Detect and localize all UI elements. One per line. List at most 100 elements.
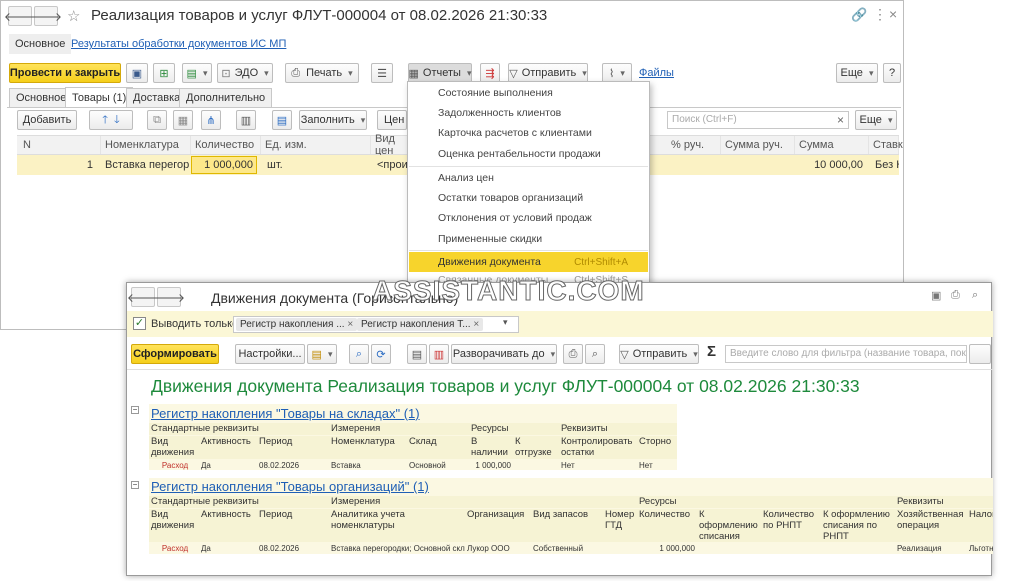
register-chip-2[interactable]: Регистр накопления Т... × [357,318,484,331]
attach-button[interactable]: ⌇ [602,63,632,83]
menu-item-debt[interactable]: Задолженность клиентов [409,103,648,123]
row-qty[interactable]: 1 000,000 [191,156,257,174]
menu-item-status[interactable]: Состояние выполнения [409,83,648,103]
zoom-icon[interactable]: ⌕ [972,289,978,302]
row-sum[interactable]: 10 000,00 [797,156,865,174]
show-only-checkbox[interactable]: ✓ [133,317,146,330]
menu-item-stock[interactable]: Остатки товаров организаций [409,188,648,208]
pick-button[interactable]: ▤ [272,110,292,130]
filter-input[interactable]: Введите слово для фильтра (название това… [725,345,967,363]
table-more-button[interactable]: Еще [855,110,897,130]
tab-main[interactable]: Основное [9,34,72,54]
tab-basic[interactable]: Основное [9,88,74,107]
create-based-button[interactable]: ▤ [182,63,212,83]
copy-icon: ⧉ [153,113,161,126]
col-n[interactable]: N [19,136,101,154]
post-close-button[interactable]: Провести и закрыть [9,63,121,83]
col-qty[interactable]: Количество [191,136,261,154]
more-button[interactable]: Еще [836,63,878,83]
save-button[interactable]: ▣ [126,63,148,83]
copy-button[interactable]: ⧉ [147,110,167,130]
register2-title[interactable]: Регистр накопления "Товары организаций" … [151,479,429,494]
menu-item-discounts[interactable]: Примененные скидки [409,229,648,249]
reg1-row-period: 08.02.2026 21:30:33 [259,461,300,470]
menu-item-shortcut: Ctrl+Shift+A [574,256,628,268]
find-next-button[interactable]: ⟳ [371,344,391,364]
chevron-down-icon[interactable]: ▾ [503,317,508,328]
register1-title[interactable]: Регистр накопления "Товары на складах" (… [151,406,420,421]
col-sum[interactable]: Сумма [795,136,869,154]
chip-close-icon[interactable]: × [347,319,353,330]
row-unit[interactable]: шт. [263,156,323,174]
edo-button[interactable]: ⊡ ЭДО [217,63,273,83]
variants-button[interactable]: ▤ [307,344,337,364]
group-button[interactable]: ▤ [407,344,427,364]
clear-search-icon[interactable]: × [837,113,844,127]
expand-to-button[interactable]: Разворачивать до [451,344,557,364]
row-price-type[interactable]: <произ [373,156,409,174]
menu-item-movements[interactable]: Движения документа Ctrl+Shift+A [409,252,648,272]
collapse-icon[interactable]: − [131,481,139,489]
move-buttons[interactable]: 🡑 🡓 [89,110,133,130]
filter-apply-button[interactable] [969,344,991,364]
settings-button[interactable]: Настройки... [235,344,305,364]
menu-item-prices[interactable]: Анализ цен [409,168,648,188]
more-vert-icon[interactable]: ⋮ [873,6,887,23]
chip-close-icon[interactable]: × [473,319,479,330]
menu-item-profit[interactable]: Оценка рентабельности продажи [409,144,648,164]
reports-button[interactable]: ▦ Отчеты [408,63,472,83]
table-more-label: Еще [859,114,882,126]
reg2-col-stock-kind: Вид запасов [531,509,603,542]
help-button[interactable]: ? [883,63,901,83]
col-sum-manual[interactable]: Сумма руч. [721,136,795,154]
back-button[interactable]: 🡐 [4,6,36,26]
row-vat[interactable]: Без Н [871,156,899,174]
list-icon: ☰ [377,67,387,80]
find-button[interactable]: ⌕ [349,344,369,364]
results-link[interactable]: Результаты обработки документов ИС МП [71,38,286,50]
close-icon[interactable]: × [889,6,897,22]
split-button[interactable]: ⋔ [201,110,221,130]
col-price-type[interactable]: Вид цен [371,133,411,157]
search-input[interactable]: Поиск (Ctrl+F) [667,111,849,129]
fill-button[interactable]: Заполнить [299,110,367,130]
reg1-group-dims: Измерения [329,423,469,435]
reg2-row-active: Да [201,544,211,553]
prices-button[interactable]: Цен [377,110,407,130]
add-button[interactable]: Добавить [17,110,77,130]
report-send-button[interactable]: ▽ Отправить [619,344,699,364]
row-item[interactable]: Вставка перегор... [101,156,189,174]
ungroup-button[interactable]: ▥ [429,344,449,364]
tab-goods[interactable]: Товары (1) [65,87,134,107]
structure-button[interactable]: ⇶ [480,63,500,83]
sigma-icon[interactable]: Σ [707,343,716,360]
forward-button[interactable]: 🡒 [30,6,62,26]
reg1-col-storno: Сторно [637,436,677,459]
barcode-button[interactable]: ▥ [236,110,256,130]
tab-extra[interactable]: Дополнительно [179,88,273,107]
list-button[interactable]: ☰ [371,63,393,83]
post-button[interactable]: ⊞ [153,63,175,83]
generate-button[interactable]: Сформировать [131,344,219,364]
print-button[interactable]: ⎙ Печать [285,63,359,83]
register-chip-1[interactable]: Регистр накопления ... × [236,318,358,331]
col-unit[interactable]: Ед. изм. [261,136,371,154]
save-icon[interactable]: ▣ [931,289,941,302]
collapse-icon[interactable]: − [131,406,139,414]
link-icon[interactable]: 🔗 [851,7,867,23]
menu-item-card[interactable]: Карточка расчетов с клиентами [409,123,648,143]
send-label: Отправить [521,67,577,79]
col-vat[interactable]: Ставк [869,136,903,154]
preview-button[interactable]: ⌕ [585,344,605,364]
col-item[interactable]: Номенклатура [101,136,191,154]
printer-icon[interactable]: ⎙ [951,289,960,302]
files-link[interactable]: Файлы [639,67,674,79]
report-back-button[interactable]: 🡐 [127,287,159,307]
menu-item-deviations[interactable]: Отклонения от условий продаж [409,208,648,228]
favorite-star-icon[interactable]: ☆ [67,7,80,25]
report-print-button[interactable]: ⎙ [563,344,583,364]
send-button[interactable]: ▽ Отправить [508,63,588,83]
col-pct-manual[interactable]: % руч. [667,136,721,154]
report-forward-button[interactable]: 🡒 [153,287,185,307]
paste-button[interactable]: ▦ [173,110,193,130]
